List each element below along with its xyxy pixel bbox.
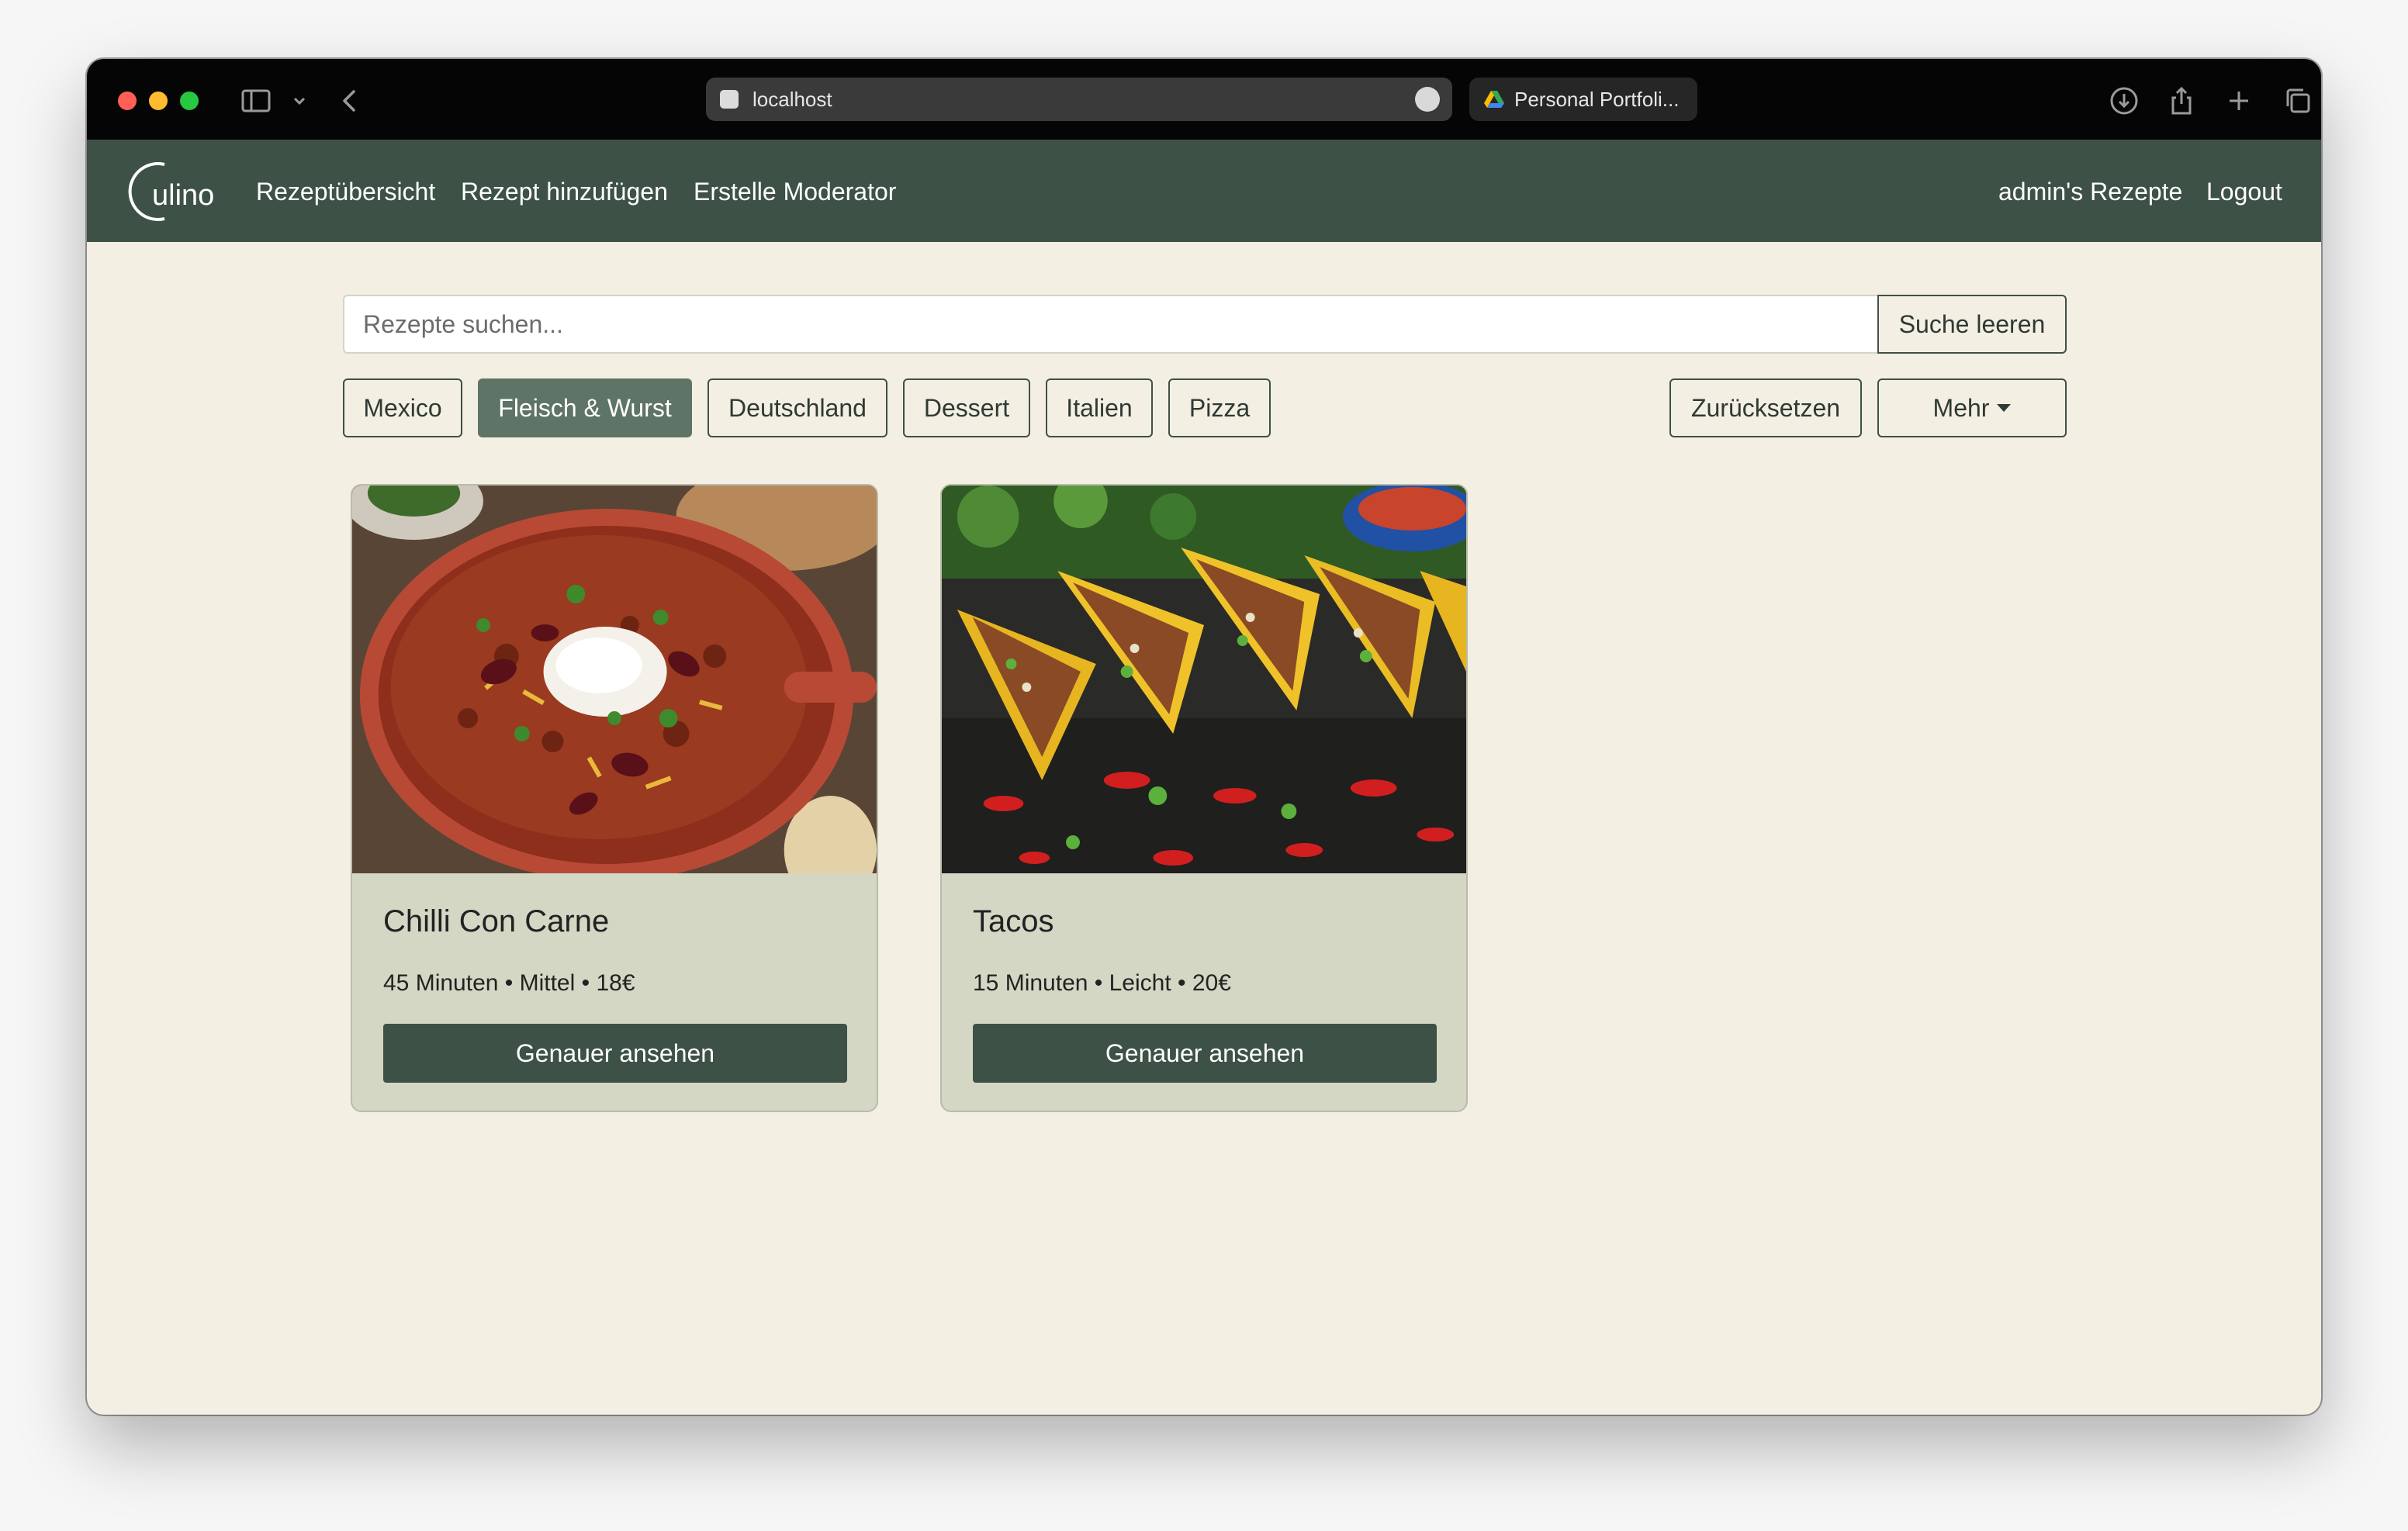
chevron-down-icon[interactable] xyxy=(289,82,310,119)
tacos-photo xyxy=(942,486,1466,873)
filter-tag-dessert[interactable]: Dessert xyxy=(903,378,1030,437)
more-label: Mehr xyxy=(1932,394,1990,422)
recipe-card: Chilli Con Carne 45 Minuten • Mittel • 1… xyxy=(351,484,878,1112)
reset-filters-button[interactable]: Zurücksetzen xyxy=(1669,378,1862,437)
tab-overview-icon[interactable] xyxy=(2279,82,2316,119)
tab-title: Personal Portfoli... xyxy=(1514,88,1680,111)
maximize-window-button[interactable] xyxy=(180,92,199,110)
view-recipe-button[interactable]: Genauer ansehen xyxy=(383,1024,847,1083)
filter-tag-italien[interactable]: Italien xyxy=(1046,378,1153,437)
sidebar-icon[interactable] xyxy=(237,82,275,119)
clear-search-button[interactable]: Suche leeren xyxy=(1877,295,2067,354)
google-drive-icon xyxy=(1484,91,1504,108)
tab-personal-portfolio[interactable]: Personal Portfoli... xyxy=(1469,78,1697,121)
view-recipe-button[interactable]: Genauer ansehen xyxy=(973,1024,1437,1083)
recipe-meta: 45 Minuten • Mittel • 18€ xyxy=(383,970,635,996)
caret-down-icon xyxy=(1997,404,2012,412)
download-icon[interactable] xyxy=(2105,82,2143,119)
logo-text: ulino xyxy=(152,179,214,212)
nav-my-recipes[interactable]: admin's Rezepte xyxy=(1998,177,2182,206)
filter-tag-fleisch-wurst[interactable]: Fleisch & Wurst xyxy=(478,378,692,437)
chili-photo xyxy=(352,486,877,873)
recipe-title: Chilli Con Carne xyxy=(383,904,610,938)
url-text: localhost xyxy=(752,88,832,111)
new-tab-icon[interactable] xyxy=(2220,82,2258,119)
back-arrow-icon[interactable] xyxy=(332,82,369,119)
recipe-title: Tacos xyxy=(973,904,1054,938)
search-input[interactable] xyxy=(343,295,1879,354)
recipe-card: Tacos 15 Minuten • Leicht • 20€ Genauer … xyxy=(940,484,1468,1112)
address-bar[interactable]: localhost xyxy=(706,78,1452,121)
browser-toolbar: localhost Personal Portfoli... xyxy=(87,59,2321,140)
culino-logo[interactable]: ulino xyxy=(110,157,227,226)
more-filters-dropdown[interactable]: Mehr xyxy=(1877,378,2067,437)
share-icon[interactable] xyxy=(2163,82,2200,119)
minimize-window-button[interactable] xyxy=(149,92,168,110)
filter-tag-mexico[interactable]: Mexico xyxy=(343,378,462,437)
nav-add-recipe[interactable]: Rezept hinzufügen xyxy=(461,177,668,206)
nav-recipe-overview[interactable]: Rezeptübersicht xyxy=(256,177,435,206)
close-window-button[interactable] xyxy=(118,92,137,110)
nav-logout[interactable]: Logout xyxy=(2206,177,2282,206)
filter-tag-pizza[interactable]: Pizza xyxy=(1168,378,1271,437)
browser-window: localhost Personal Portfoli... ulino Rez… xyxy=(87,59,2321,1415)
recipe-meta: 15 Minuten • Leicht • 20€ xyxy=(973,970,1231,996)
app-navbar: ulino Rezeptübersicht Rezept hinzufügen … xyxy=(87,140,2321,242)
nav-create-moderator[interactable]: Erstelle Moderator xyxy=(694,177,896,206)
site-favicon-icon xyxy=(720,90,739,109)
filter-tag-deutschland[interactable]: Deutschland xyxy=(708,378,887,437)
page-menu-icon[interactable] xyxy=(1415,87,1440,112)
